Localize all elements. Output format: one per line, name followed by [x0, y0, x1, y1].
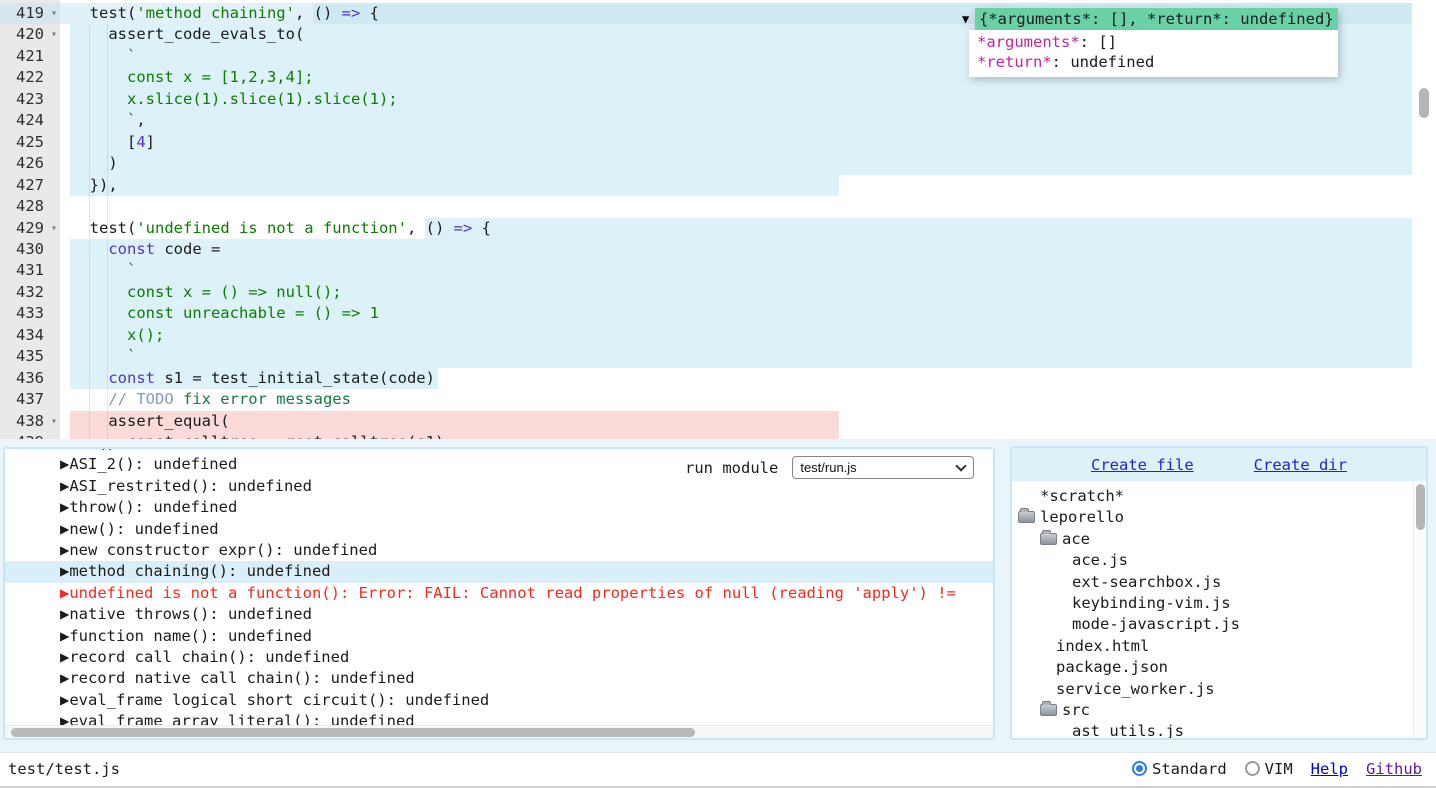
mode-label: VIM [1265, 760, 1293, 778]
test-result-item[interactable]: ▶ASI_restrited(): undefined [5, 476, 995, 497]
test-result-item[interactable]: ▶throw(): undefined [5, 497, 995, 518]
fold-arrow-icon[interactable]: ▾ [51, 218, 57, 239]
tree-file-package.json[interactable]: package.json [1012, 657, 1426, 678]
tooltip-entry[interactable]: *arguments*: [] [977, 32, 1328, 52]
code-line-429[interactable]: test('undefined is not a function', () =… [0, 218, 491, 239]
line-number[interactable]: 438▾ [0, 411, 60, 432]
line-number[interactable]: 430 [0, 239, 60, 260]
test-results-panel[interactable]: ▶ASI(): undefined▶ASI_2(): undefined▶ASI… [3, 447, 995, 740]
horizontal-scrollbar[interactable] [5, 725, 993, 738]
line-number[interactable]: 437 [0, 389, 60, 410]
line-number-gutter[interactable]: 419▾420▾421422423424425426427428429▾4304… [0, 0, 60, 439]
tree-file-service_worker.js[interactable]: service_worker.js [1012, 679, 1426, 700]
value-tooltip: ▼ {*arguments*: [], *return*: undefined}… [962, 8, 1338, 77]
tree-file-mode-javascript.js[interactable]: mode-javascript.js [1012, 614, 1426, 635]
test-result-item[interactable]: ▶ASI(): undefined [5, 447, 995, 454]
tooltip-entry[interactable]: *return*: undefined [977, 52, 1328, 72]
line-number[interactable]: 433 [0, 303, 60, 324]
line-number[interactable]: 427 [0, 175, 60, 196]
folder-icon [1040, 533, 1057, 545]
mode-option-vim[interactable]: VIM [1245, 760, 1293, 778]
file-tree-scrollbar[interactable] [1413, 481, 1426, 738]
code-line-439[interactable]: const calltree = root_calltree(s1) [0, 432, 444, 439]
fold-arrow-icon[interactable]: ▾ [51, 24, 57, 45]
line-number[interactable]: 432 [0, 282, 60, 303]
test-result-item[interactable]: ▶undefined is not a function(): Error: F… [5, 583, 995, 604]
editor-vertical-scrollbar-thumb[interactable] [1419, 88, 1429, 118]
test-result-item[interactable]: ▶method chaining(): undefined [5, 561, 995, 582]
tree-file-keybinding-vim.js[interactable]: keybinding-vim.js [1012, 593, 1426, 614]
test-result-item[interactable]: ▶record native call chain(): undefined [5, 668, 995, 689]
fold-arrow-icon[interactable]: ▾ [51, 3, 57, 24]
create-dir-link[interactable]: Create dir [1254, 456, 1347, 474]
leporello-app: test('method chaining', () => { assert_c… [0, 0, 1436, 788]
line-number[interactable]: 424 [0, 110, 60, 131]
folder-icon [1040, 704, 1057, 716]
line-number[interactable]: 420▾ [0, 24, 60, 45]
tree-folder-src[interactable]: src [1012, 700, 1426, 721]
code-editor[interactable]: test('method chaining', () => { assert_c… [0, 0, 1436, 439]
github-link[interactable]: Github [1366, 760, 1422, 778]
tree-folder-ace[interactable]: ace [1012, 529, 1426, 550]
test-result-item[interactable]: ▶eval_frame logical short circuit(): und… [5, 690, 995, 711]
line-number[interactable]: 419▾ [0, 3, 60, 24]
status-bar-controls: Standard VIM Help Github [1132, 760, 1422, 778]
file-tree-scrollbar-thumb[interactable] [1416, 484, 1425, 530]
radio-icon[interactable] [1245, 761, 1260, 776]
line-number[interactable]: 428 [0, 196, 60, 217]
test-result-item[interactable]: ▶record call chain(): undefined [5, 647, 995, 668]
fold-arrow-icon[interactable]: ▾ [51, 411, 57, 432]
module-select-wrap: test/run.js [792, 456, 974, 479]
file-tree-header: Create file Create dir [1012, 448, 1426, 481]
test-result-item[interactable]: ▶native throws(): undefined [5, 604, 995, 625]
file-tree-panel: Create file Create dir *scratch*leporell… [1010, 446, 1428, 740]
line-number[interactable]: 435 [0, 346, 60, 367]
line-number[interactable]: 426 [0, 153, 60, 174]
tree-file-ext-searchbox.js[interactable]: ext-searchbox.js [1012, 572, 1426, 593]
line-number[interactable]: 421 [0, 46, 60, 67]
current-file-label: test/test.js [8, 760, 120, 778]
test-result-item[interactable]: ▶new constructor expr(): undefined [5, 540, 995, 561]
tree-file-ast_utils.js[interactable]: ast_utils.js [1012, 721, 1426, 740]
tooltip-body: *arguments*: []*return*: undefined [969, 30, 1338, 77]
mode-label: Standard [1152, 760, 1227, 778]
tree-file-ace.js[interactable]: ace.js [1012, 550, 1426, 571]
test-result-item[interactable]: ▶function name(): undefined [5, 626, 995, 647]
collapse-caret-icon[interactable]: ▼ [962, 8, 975, 30]
create-file-link[interactable]: Create file [1091, 456, 1194, 474]
line-number[interactable]: 431 [0, 260, 60, 281]
folder-icon [1018, 511, 1035, 523]
module-select[interactable]: test/run.js [792, 456, 974, 479]
status-bar: test/test.js Standard VIM Help Github [0, 752, 1436, 788]
line-number[interactable]: 439 [0, 432, 60, 439]
run-module-control: run module test/run.js [685, 456, 974, 479]
mode-option-standard[interactable]: Standard [1132, 760, 1227, 778]
code-line-436[interactable]: const s1 = test_initial_state(code) [0, 368, 435, 389]
line-number[interactable]: 436 [0, 368, 60, 389]
line-number[interactable]: 434 [0, 325, 60, 346]
line-number[interactable]: 425 [0, 132, 60, 153]
line-number[interactable]: 423 [0, 89, 60, 110]
tree-file-index.html[interactable]: index.html [1012, 636, 1426, 657]
line-number[interactable]: 422 [0, 67, 60, 88]
radio-icon[interactable] [1132, 761, 1147, 776]
horizontal-scrollbar-thumb[interactable] [11, 728, 695, 737]
test-result-item[interactable]: ▶new(): undefined [5, 519, 995, 540]
line-number[interactable]: 429▾ [0, 218, 60, 239]
run-module-label: run module [685, 459, 778, 477]
tooltip-summary-value: {*arguments*: [], *return*: undefined} [975, 8, 1338, 30]
tooltip-summary[interactable]: ▼ {*arguments*: [], *return*: undefined} [962, 8, 1338, 30]
tree-file-*scratch*[interactable]: *scratch* [1012, 486, 1426, 507]
help-link[interactable]: Help [1311, 760, 1348, 778]
tree-folder-leporello[interactable]: leporello [1012, 507, 1426, 528]
